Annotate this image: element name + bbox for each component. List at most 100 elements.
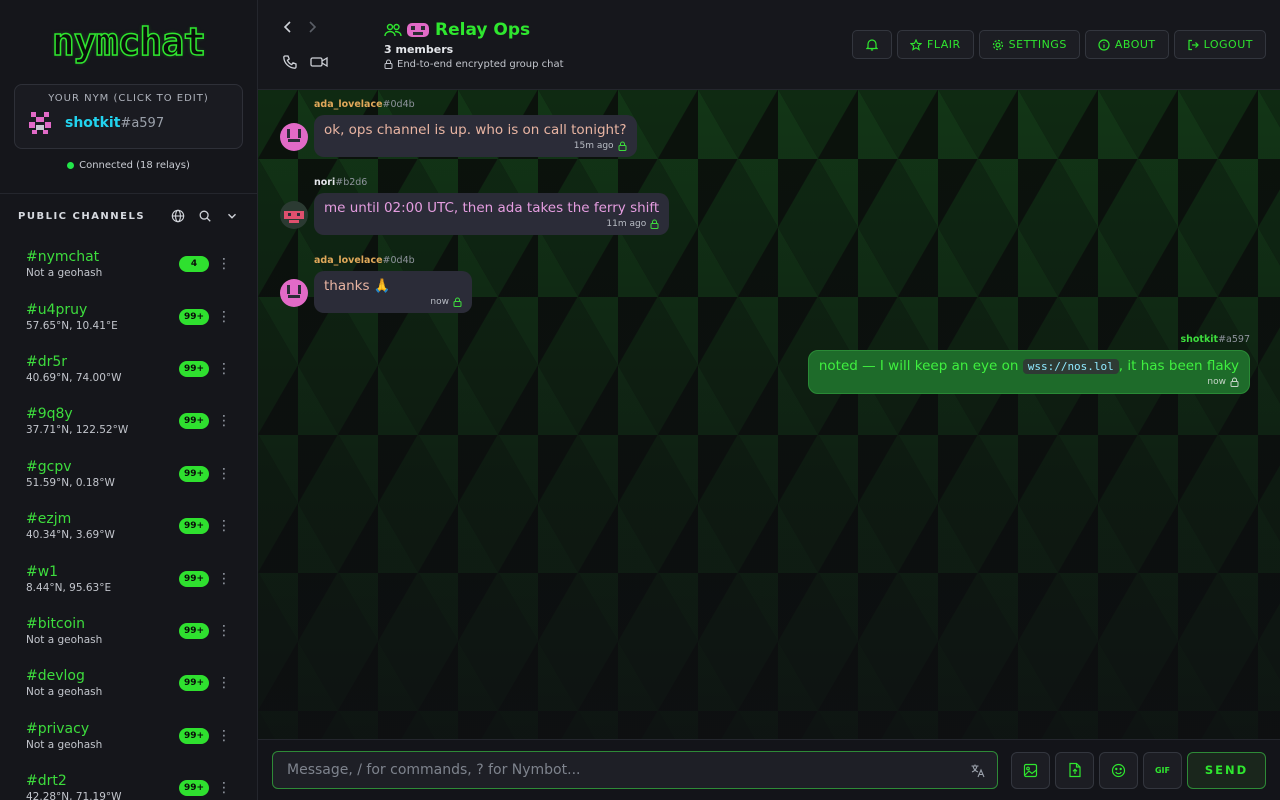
relay-code: wss://nos.lol xyxy=(1022,359,1119,374)
channel-item[interactable]: #bitcoin Not a geohash 99+ ⋮ xyxy=(0,605,257,657)
settings-button[interactable]: SETTINGS xyxy=(978,30,1080,59)
message-author[interactable]: shotkit xyxy=(1180,334,1218,345)
channel-item[interactable]: #ezjm 40.34°N, 3.69°W 99+ ⋮ xyxy=(0,500,257,552)
kebab-icon[interactable]: ⋮ xyxy=(217,362,231,376)
channel-item[interactable]: #9q8y 37.71°N, 122.52°W 99+ ⋮ xyxy=(0,395,257,447)
globe-icon[interactable] xyxy=(171,209,185,223)
send-button[interactable]: SEND xyxy=(1187,751,1266,789)
lock-icon xyxy=(1230,377,1239,387)
lock-icon xyxy=(618,141,627,151)
kebab-icon[interactable]: ⋮ xyxy=(217,572,231,586)
unread-badge: 99+ xyxy=(179,727,209,744)
channel-location: 57.65°N, 10.41°E xyxy=(26,319,118,332)
unread-badge: 99+ xyxy=(179,675,209,692)
notifications-button[interactable] xyxy=(852,30,893,59)
kebab-icon[interactable]: ⋮ xyxy=(217,310,231,324)
unread-badge: 99+ xyxy=(179,518,209,535)
message-author[interactable]: ada_lovelace xyxy=(314,255,383,266)
channel-location: Not a geohash xyxy=(26,686,103,699)
status-dot-icon xyxy=(67,161,75,169)
kebab-icon[interactable]: ⋮ xyxy=(217,414,231,428)
message-bubble[interactable]: noted — I will keep an eye on wss://nos.… xyxy=(807,350,1250,394)
channel-name: #privacy xyxy=(26,720,90,737)
channel-text: #w1 8.44°N, 95.63°E xyxy=(26,564,179,594)
channels-header: PUBLIC CHANNELS xyxy=(0,194,257,238)
message-text-before: noted — I will keep an eye on xyxy=(818,358,1019,374)
message-author[interactable]: ada_lovelace xyxy=(314,99,383,110)
encryption-note: End-to-end encrypted group chat xyxy=(384,59,847,70)
channel-name: #dr5r xyxy=(26,353,68,370)
kebab-icon[interactable]: ⋮ xyxy=(217,467,231,481)
attach-image-button[interactable] xyxy=(1011,751,1050,789)
channel-text: #devlog Not a geohash xyxy=(26,668,179,698)
message-text: thanks 🙏 xyxy=(324,278,391,294)
message-input[interactable] xyxy=(287,762,970,778)
message-author-tag: #0d4b xyxy=(382,99,415,110)
channel-location: Not a geohash xyxy=(26,633,103,646)
chat-header: Relay Ops 3 members End-to-end encrypted… xyxy=(258,0,1280,90)
channel-item[interactable]: #w1 8.44°N, 95.63°E 99+ ⋮ xyxy=(0,552,257,604)
channel-text: #privacy Not a geohash xyxy=(26,721,179,751)
channel-name: #gcpv xyxy=(26,458,72,475)
message-bubble[interactable]: me until 02:00 UTC, then ada takes the f… xyxy=(314,193,670,235)
kebab-icon[interactable]: ⋮ xyxy=(217,781,231,795)
message-time: now xyxy=(430,297,449,307)
unread-badge: 99+ xyxy=(179,570,209,587)
lock-icon xyxy=(384,59,393,69)
lock-icon xyxy=(650,219,659,229)
channel-name: #w1 xyxy=(26,563,59,580)
upload-file-button[interactable] xyxy=(1055,751,1094,789)
channel-name: #drt2 xyxy=(26,773,67,790)
app-logo: nymchat xyxy=(51,19,207,65)
unread-badge: 99+ xyxy=(179,780,209,797)
connection-text: Connected (18 relays) xyxy=(79,159,190,171)
kebab-icon[interactable]: ⋮ xyxy=(217,519,231,533)
member-count: 3 members xyxy=(384,42,454,56)
gif-label: GIF xyxy=(1154,765,1170,775)
star-icon xyxy=(910,38,923,51)
logo-area: nymchat xyxy=(0,0,257,84)
channel-name: #u4pruy xyxy=(26,301,88,318)
message-bubble[interactable]: thanks 🙏 now xyxy=(314,271,472,313)
kebab-icon[interactable]: ⋮ xyxy=(217,624,231,638)
about-button[interactable]: ABOUT xyxy=(1084,30,1169,59)
avatar xyxy=(280,123,308,151)
message-area[interactable]: ada_lovelace#0d4b ok, ops channel is up.… xyxy=(258,90,1280,739)
message-bubble[interactable]: ok, ops channel is up. who is on call to… xyxy=(314,115,637,157)
channel-text: #ezjm 40.34°N, 3.69°W xyxy=(26,511,179,541)
kebab-icon[interactable]: ⋮ xyxy=(217,676,231,690)
kebab-icon[interactable]: ⋮ xyxy=(217,257,231,271)
phone-icon[interactable] xyxy=(282,54,298,70)
logout-button[interactable]: LOGOUT xyxy=(1173,30,1266,59)
image-icon xyxy=(1023,763,1038,777)
channel-item[interactable]: #devlog Not a geohash 99+ ⋮ xyxy=(0,657,257,709)
video-icon[interactable] xyxy=(310,54,328,70)
channel-item[interactable]: #drt2 42.28°N, 71.19°W 99+ ⋮ xyxy=(0,762,257,800)
translate-icon[interactable] xyxy=(970,763,985,778)
nym-card[interactable]: YOUR NYM (CLICK TO EDIT) shotkit #a597 xyxy=(14,84,243,149)
flair-button[interactable]: FLAIR xyxy=(897,30,974,59)
settings-label: SETTINGS xyxy=(1008,38,1067,51)
channel-text: #gcpv 51.59°N, 0.18°W xyxy=(26,459,179,489)
channels-title: PUBLIC CHANNELS xyxy=(18,210,146,222)
forward-icon[interactable] xyxy=(306,20,318,34)
gif-button[interactable]: GIF xyxy=(1143,751,1182,789)
channel-location: 51.59°N, 0.18°W xyxy=(26,476,115,489)
info-icon xyxy=(1098,38,1110,51)
channel-item[interactable]: #nymchat Not a geohash 4 ⋮ xyxy=(0,238,257,290)
kebab-icon[interactable]: ⋮ xyxy=(217,729,231,743)
back-icon[interactable] xyxy=(282,20,294,34)
channel-item[interactable]: #privacy Not a geohash 99+ ⋮ xyxy=(0,710,257,762)
emoji-button[interactable] xyxy=(1099,751,1138,789)
gear-icon xyxy=(992,39,1003,50)
search-icon[interactable] xyxy=(198,209,212,223)
message-item: nori#b2d6 me until 02:00 UTC, then ada t… xyxy=(280,177,670,235)
channel-item[interactable]: #dr5r 40.69°N, 74.00°W 99+ ⋮ xyxy=(0,343,257,395)
message-author[interactable]: nori xyxy=(314,177,335,188)
channel-item[interactable]: #u4pruy 57.65°N, 10.41°E 99+ ⋮ xyxy=(0,290,257,342)
chevron-down-icon[interactable] xyxy=(225,209,239,223)
avatar xyxy=(280,279,308,307)
channel-location: 42.28°N, 71.19°W xyxy=(26,791,122,800)
group-icon xyxy=(384,23,402,36)
channel-item[interactable]: #gcpv 51.59°N, 0.18°W 99+ ⋮ xyxy=(0,448,257,500)
